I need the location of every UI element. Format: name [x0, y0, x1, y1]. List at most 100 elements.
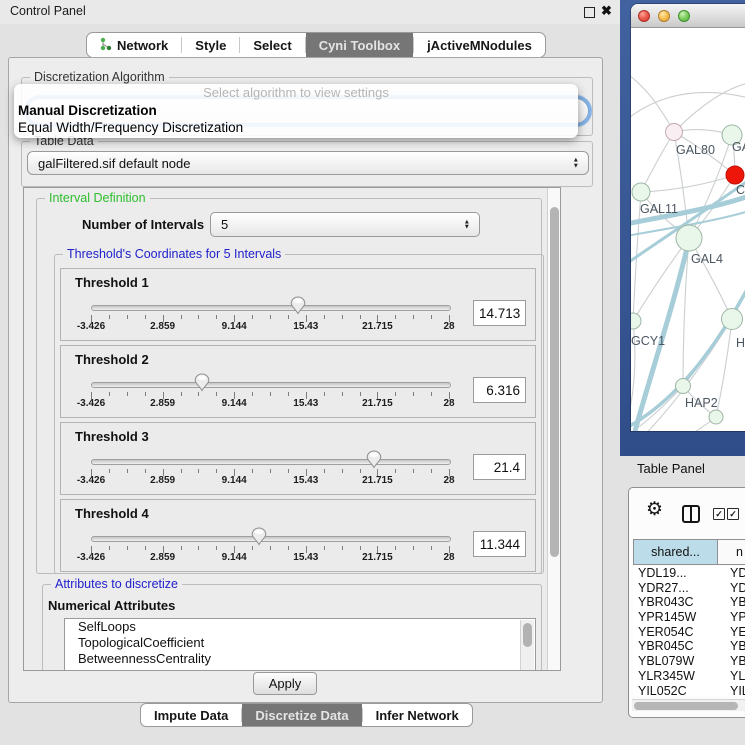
tab-style[interactable]: Style — [182, 33, 239, 57]
table-cell-shared-name: YBL079W — [633, 654, 722, 669]
threshold-slider-track[interactable] — [91, 305, 451, 311]
float-window-icon[interactable] — [584, 7, 595, 18]
network-node-label: C — [736, 183, 745, 197]
table-row[interactable]: YLR345WYLR3 — [633, 669, 745, 684]
algorithm-hint-item[interactable]: Select algorithm to view settings — [14, 84, 578, 102]
slider-tick-label: -3.426 — [77, 552, 105, 563]
threshold-slider-thumb[interactable] — [194, 373, 210, 392]
slider-tick — [145, 469, 146, 473]
settings-scrollbar[interactable] — [547, 188, 560, 670]
checkbox-icon[interactable]: ✓ — [713, 508, 725, 520]
number-of-intervals-value: 5 — [221, 217, 228, 232]
network-node-label: GA — [732, 140, 745, 154]
network-node-gcy1[interactable] — [631, 313, 641, 329]
tab-impute-data[interactable]: Impute Data — [141, 704, 241, 726]
network-node-gal80[interactable] — [666, 124, 683, 141]
threshold-slider-track[interactable] — [91, 536, 451, 542]
table-cell-shared-name: YIL052C — [633, 684, 722, 697]
slider-tick-label: 2.859 — [150, 321, 175, 332]
network-graph: GAL80GACGAL11GAL4GCY1HHAP2 — [631, 28, 745, 431]
network-edge — [674, 83, 745, 132]
gear-icon[interactable]: ⚙ — [646, 500, 663, 519]
threshold-slider-track[interactable] — [91, 382, 451, 388]
cyni-mode-tabstrip: Impute DataDiscretize DataInfer Network — [140, 703, 473, 727]
table-data-combobox[interactable]: galFiltered.sif default node ▲▼ — [27, 151, 589, 175]
algorithm-option-manual-discretization[interactable]: Manual Discretization — [14, 102, 578, 119]
table-row[interactable]: YPR145WYPR1 — [633, 610, 745, 625]
network-edge — [641, 175, 735, 192]
threshold-slider-thumb[interactable] — [366, 450, 382, 469]
network-node-gal11[interactable] — [632, 183, 650, 201]
slider-tick — [216, 315, 217, 319]
tab-select[interactable]: Select — [240, 33, 304, 57]
threshold-value-input[interactable] — [473, 454, 526, 480]
column-layout-icon[interactable] — [682, 505, 700, 523]
table-row[interactable]: YER054CYER0 — [633, 625, 745, 640]
network-canvas[interactable]: GAL80GACGAL11GAL4GCY1HHAP2 — [631, 28, 745, 431]
network-view-window[interactable]: GAL80GACGAL11GAL4GCY1HHAP2 — [631, 4, 745, 431]
table-row[interactable]: YBL079WYBL0 — [633, 654, 745, 669]
algorithm-dropdown-popup: Select algorithm to view settings Manual… — [14, 84, 578, 138]
close-panel-icon[interactable]: ✖ — [601, 3, 612, 19]
numerical-attributes-list[interactable]: SelfLoopsTopologicalCoefficientBetweenne… — [64, 618, 536, 671]
slider-tick — [360, 469, 361, 473]
table-header-name[interactable]: n — [717, 539, 745, 565]
threshold-value-input[interactable] — [473, 300, 526, 326]
table-hscrollbar-thumb[interactable] — [634, 702, 738, 710]
slider-tick — [252, 392, 253, 396]
table-header-shared-name[interactable]: shared... — [633, 539, 718, 565]
table-row[interactable]: YBR045CYBR0 — [633, 639, 745, 654]
window-zoom-light-icon[interactable] — [678, 10, 690, 22]
table-row[interactable]: YIL052CYIL0 — [633, 684, 745, 697]
tab-jactivemnodules[interactable]: jActiveMNodules — [414, 33, 545, 57]
slider-tick — [252, 315, 253, 319]
attribute-item-selfloops[interactable]: SelfLoops — [65, 619, 535, 635]
network-node-gal4[interactable] — [676, 225, 702, 251]
table-rows: YDL19...YDL1YDR27...YDR2YBR043CYBR0YPR14… — [633, 566, 745, 696]
slider-tick — [145, 546, 146, 550]
tab-network[interactable]: Network — [87, 33, 181, 57]
threshold-slider-thumb[interactable] — [290, 296, 306, 315]
number-of-intervals-combobox[interactable]: 5 ▲▼ — [210, 212, 480, 237]
slider-tick-label: 21.715 — [362, 552, 393, 563]
slider-tick — [181, 315, 182, 319]
window-close-light-icon[interactable] — [638, 10, 650, 22]
apply-button[interactable]: Apply — [253, 672, 317, 695]
algorithm-option-equal-width-frequency-discretization[interactable]: Equal Width/Frequency Discretization — [14, 119, 578, 136]
network-edge — [631, 73, 674, 132]
network-node-label: H — [736, 336, 745, 350]
panel-title: Control Panel — [10, 4, 86, 18]
table-row[interactable]: YDR27...YDR2 — [633, 581, 745, 596]
slider-tick — [288, 315, 289, 319]
tab-infer-network[interactable]: Infer Network — [363, 704, 472, 726]
network-node[interactable] — [726, 166, 744, 184]
discretization-algorithm-group-label: Discretization Algorithm — [30, 70, 169, 84]
slider-tick-label: -3.426 — [77, 475, 105, 486]
tab-cyni-toolbox[interactable]: Cyni Toolbox — [306, 33, 413, 57]
settings-scrollbar-thumb[interactable] — [550, 207, 559, 557]
slider-tick-label: 9.144 — [222, 475, 247, 486]
table-row[interactable]: YBR043CYBR0 — [633, 595, 745, 610]
threshold-slider-track[interactable] — [91, 459, 451, 465]
attribute-item-topologicalcoefficient[interactable]: TopologicalCoefficient — [65, 635, 535, 651]
attributes-group-label: Attributes to discretize — [51, 577, 182, 591]
threshold-value-input[interactable] — [473, 377, 526, 403]
network-node-h[interactable] — [722, 309, 743, 330]
slider-tick-label: 2.859 — [150, 398, 175, 409]
slider-tick-label: 15.43 — [293, 552, 318, 563]
tab-discretize-data[interactable]: Discretize Data — [242, 704, 361, 726]
attributes-list-scrollbar-thumb[interactable] — [523, 623, 532, 647]
threshold-slider-thumb[interactable] — [251, 527, 267, 546]
attributes-list-scrollbar[interactable] — [520, 620, 534, 671]
table-row[interactable]: YDL19...YDL1 — [633, 566, 745, 581]
slider-tick-label: 28 — [443, 475, 454, 486]
attribute-item-betweennesscentrality[interactable]: BetweennessCentrality — [65, 651, 535, 667]
window-minimize-light-icon[interactable] — [658, 10, 670, 22]
checkbox-icon[interactable]: ✓ — [727, 508, 739, 520]
slider-tick-label: 9.144 — [222, 552, 247, 563]
slider-tick — [413, 315, 414, 319]
network-node[interactable] — [709, 410, 723, 424]
table-hscrollbar[interactable] — [632, 699, 745, 711]
threshold-value-input[interactable] — [473, 531, 526, 557]
network-node-hap2[interactable] — [676, 379, 691, 394]
